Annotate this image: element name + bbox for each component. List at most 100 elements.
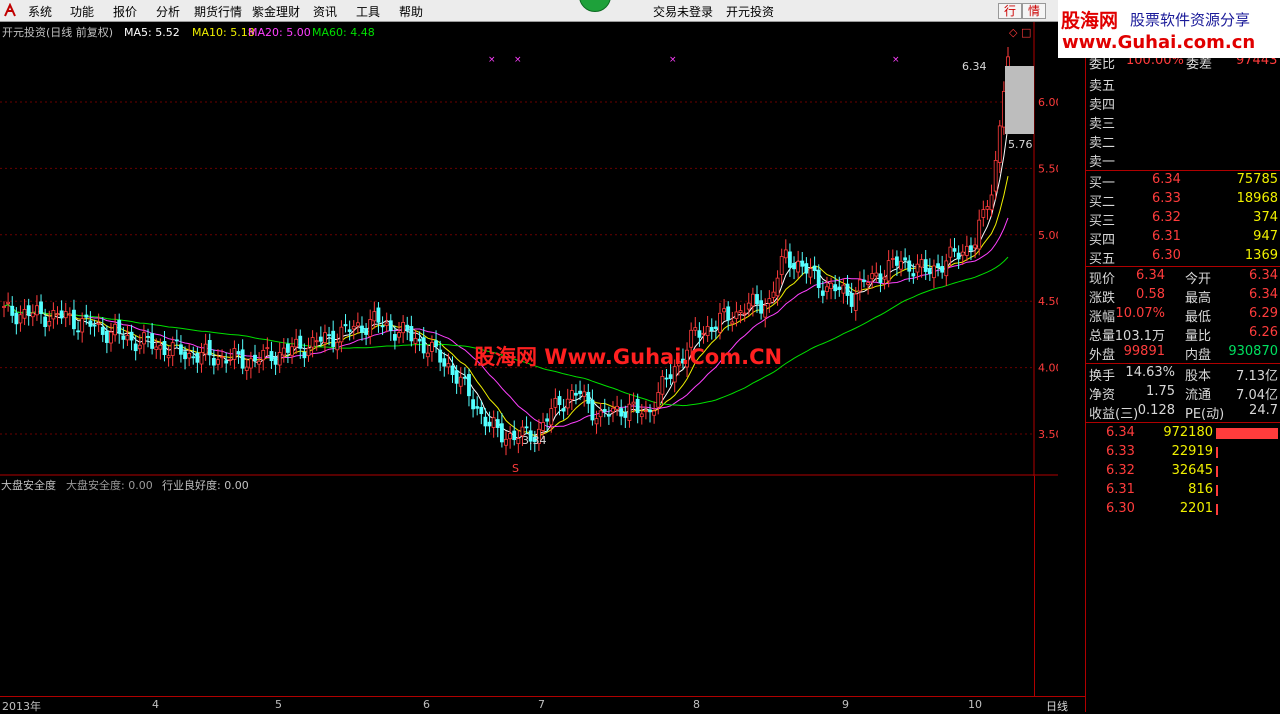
- connect-status-button[interactable]: [579, 0, 611, 12]
- candle[interactable]: [763, 298, 768, 328]
- candle[interactable]: [779, 248, 784, 285]
- candle[interactable]: [355, 312, 360, 334]
- candle[interactable]: [388, 314, 393, 341]
- menu-item-quote[interactable]: 报价: [113, 3, 137, 20]
- candle[interactable]: [944, 253, 949, 287]
- candle[interactable]: [985, 200, 990, 220]
- candle[interactable]: [857, 271, 862, 301]
- candle[interactable]: [973, 237, 977, 259]
- candle[interactable]: [882, 269, 887, 290]
- candle[interactable]: [257, 352, 262, 374]
- candle[interactable]: [290, 337, 294, 364]
- candle[interactable]: [582, 384, 587, 407]
- candle[interactable]: [627, 393, 632, 428]
- candle[interactable]: [606, 406, 611, 425]
- candle[interactable]: [195, 347, 200, 373]
- candle[interactable]: [602, 398, 607, 418]
- candle[interactable]: [162, 330, 167, 362]
- candle[interactable]: [39, 294, 43, 324]
- candle[interactable]: [236, 343, 241, 364]
- candle[interactable]: [845, 274, 850, 305]
- candle[interactable]: [759, 290, 764, 320]
- candle[interactable]: [557, 390, 562, 416]
- sell-level-row[interactable]: 卖二: [1086, 131, 1280, 151]
- candle[interactable]: [623, 405, 628, 428]
- candle[interactable]: [788, 243, 792, 277]
- candle[interactable]: [722, 299, 726, 321]
- candle[interactable]: [421, 327, 426, 359]
- candle[interactable]: [302, 343, 307, 367]
- sell-level-row[interactable]: 卖三: [1086, 112, 1280, 132]
- candle[interactable]: [125, 324, 130, 347]
- candle[interactable]: [244, 358, 249, 380]
- stat-row[interactable]: 收益(三) 0.128 PE(动) 24.7: [1086, 402, 1280, 422]
- candle[interactable]: [512, 420, 517, 446]
- menu-item-help[interactable]: 帮助: [399, 3, 423, 20]
- stat-row[interactable]: 现价 6.34 今开 6.34: [1086, 267, 1280, 287]
- candle[interactable]: [907, 255, 912, 282]
- candle[interactable]: [586, 383, 591, 413]
- hq-button-right[interactable]: 情: [1022, 3, 1046, 19]
- candle[interactable]: [475, 396, 480, 416]
- candle[interactable]: [306, 337, 311, 362]
- candle[interactable]: [150, 322, 155, 355]
- kline-chart[interactable]: 6.00 5.50 5.00 4.50 4.00 3.50 开元投资(日线 前复权) MA…: [0, 22, 1058, 476]
- stat-row[interactable]: 换手 14.63% 股本 7.13亿: [1086, 364, 1280, 384]
- candle[interactable]: [384, 312, 389, 333]
- candle[interactable]: [442, 352, 447, 377]
- candle[interactable]: [508, 425, 513, 449]
- menu-item-tools[interactable]: 工具: [356, 3, 380, 20]
- stat-row[interactable]: 总量 103.1万 量比 6.26: [1086, 324, 1280, 344]
- stat-row[interactable]: 涨幅 10.07% 最低 6.29: [1086, 305, 1280, 325]
- candle[interactable]: [286, 338, 290, 364]
- candle[interactable]: [1001, 81, 1006, 135]
- candle[interactable]: [574, 384, 578, 405]
- candle[interactable]: [771, 281, 776, 304]
- candle[interactable]: [72, 299, 76, 336]
- candle[interactable]: [117, 313, 122, 344]
- candle[interactable]: [401, 315, 406, 343]
- candle[interactable]: [878, 265, 883, 293]
- candle[interactable]: [191, 346, 196, 365]
- candle[interactable]: [635, 393, 640, 424]
- candle[interactable]: [825, 276, 829, 300]
- candle[interactable]: [890, 249, 895, 269]
- candle[interactable]: [454, 365, 459, 394]
- candle[interactable]: [133, 335, 138, 361]
- candle[interactable]: [179, 335, 183, 363]
- candle[interactable]: [516, 429, 521, 454]
- candle[interactable]: [664, 368, 669, 388]
- candle[interactable]: [495, 411, 500, 438]
- candle[interactable]: [294, 328, 299, 354]
- candle[interactable]: [615, 395, 619, 416]
- candle[interactable]: [277, 342, 282, 374]
- candle[interactable]: [849, 282, 854, 313]
- chart-corner-icons[interactable]: ◇ □: [1009, 26, 1031, 39]
- candle[interactable]: [360, 316, 364, 341]
- candle[interactable]: [425, 344, 430, 367]
- candle[interactable]: [76, 321, 80, 340]
- stat-row[interactable]: 涨跌 0.58 最高 6.34: [1086, 286, 1280, 306]
- candle[interactable]: [561, 399, 566, 420]
- candle[interactable]: [932, 259, 936, 289]
- candle[interactable]: [405, 316, 410, 341]
- candle[interactable]: [30, 304, 35, 327]
- candle[interactable]: [59, 300, 64, 324]
- candle[interactable]: [977, 209, 982, 256]
- candle[interactable]: [67, 307, 72, 326]
- candle[interactable]: [224, 352, 229, 373]
- candle[interactable]: [709, 318, 714, 340]
- candle[interactable]: [936, 254, 940, 277]
- candle[interactable]: [800, 252, 805, 276]
- candle[interactable]: [368, 309, 373, 345]
- candle[interactable]: [446, 353, 451, 375]
- stat-row[interactable]: 外盘 99891 内盘 930870: [1086, 343, 1280, 363]
- price-volume-row[interactable]: 6.33 22919: [1086, 443, 1280, 462]
- stat-row[interactable]: 净资 1.75 流通 7.04亿: [1086, 383, 1280, 403]
- candle[interactable]: [471, 390, 475, 418]
- candle[interactable]: [413, 330, 418, 354]
- candle[interactable]: [755, 285, 759, 313]
- candle[interactable]: [569, 384, 574, 411]
- candle[interactable]: [491, 410, 496, 438]
- candle[interactable]: [35, 295, 39, 321]
